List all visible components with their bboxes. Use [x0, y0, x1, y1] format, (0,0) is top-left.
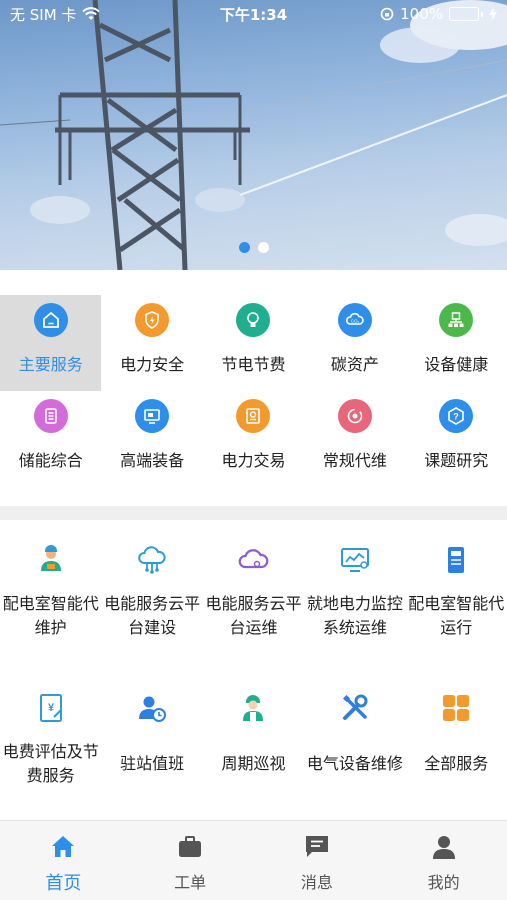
banner-carousel[interactable]: [0, 0, 507, 270]
engineer-icon: [33, 542, 69, 578]
wifi-icon: [82, 7, 101, 20]
tab-label: 我的: [427, 873, 460, 892]
device-network-icon: [439, 303, 474, 337]
svg-text:CO₂: CO₂: [351, 318, 360, 323]
category-label: 高端装备: [120, 451, 185, 470]
service-label: 电能服务云平台建设: [104, 594, 201, 637]
trade-icon: [236, 399, 271, 433]
svg-text:¥: ¥: [48, 702, 55, 714]
tab-label: 首页: [45, 873, 82, 894]
service-label: 电气设备维修: [306, 754, 403, 773]
maintenance-cycle-icon: [337, 399, 372, 433]
services-section: 配电室智能代维护 电能服务云平台建设 电能服务云平台运维 就地电力监控系统运维 …: [0, 520, 507, 820]
service-fee-assessment[interactable]: ¥ 电费评估及节费服务: [0, 668, 101, 816]
clock: 下午1:34: [219, 5, 288, 24]
tab-work-orders[interactable]: 工单: [127, 821, 254, 900]
section-divider: [0, 506, 507, 520]
cloud-network-icon: [134, 542, 170, 578]
service-label: 配电室智能代维护: [2, 594, 99, 637]
pager-dot[interactable]: [257, 242, 269, 253]
service-distribution-room-maintenance[interactable]: 配电室智能代维护: [0, 520, 101, 668]
service-distribution-room-operation[interactable]: 配电室智能代运行: [406, 520, 507, 668]
person-icon: [432, 836, 455, 859]
category-energy-saving[interactable]: 节电节费: [203, 295, 304, 391]
grid-apps-icon: [438, 690, 474, 726]
home-icon: [52, 836, 75, 857]
service-electrical-repair[interactable]: 电气设备维修: [304, 668, 405, 816]
bulb-icon: [236, 303, 271, 337]
category-research[interactable]: ? 课题研究: [406, 391, 507, 487]
service-label: 全部服务: [424, 754, 489, 773]
category-power-trading[interactable]: 电力交易: [203, 391, 304, 487]
category-label: 电力交易: [221, 451, 286, 470]
service-label: 配电室智能代运行: [408, 594, 505, 637]
tab-messages[interactable]: 消息: [254, 821, 381, 900]
category-label: 课题研究: [424, 451, 489, 470]
services-grid: 配电室智能代维护 电能服务云平台建设 电能服务云平台运维 就地电力监控系统运维 …: [0, 520, 507, 816]
category-label: 储能综合: [18, 451, 83, 470]
meter-icon: [438, 542, 474, 578]
battery-percent: 100%: [400, 5, 443, 23]
category-device-health[interactable]: 设备健康: [406, 295, 507, 391]
category-carbon-assets[interactable]: CO₂ 碳资产: [304, 295, 405, 391]
category-grid: 主要服务 电力安全 节电节费 CO₂ 碳资产 设备健康 储能综合 高端装备 电力…: [0, 270, 507, 487]
charging-icon: [489, 7, 497, 21]
service-label: 周期巡视: [221, 754, 286, 773]
category-label: 主要服务: [18, 355, 83, 374]
tab-home[interactable]: 首页: [0, 821, 127, 900]
equipment-icon: [135, 399, 170, 433]
research-question-icon: ?: [439, 399, 474, 433]
briefcase-icon: [179, 836, 202, 857]
battery-storage-icon: [33, 399, 68, 433]
monitor-chart-icon: [337, 542, 373, 578]
orientation-lock-icon: [380, 7, 394, 21]
home-icon: [33, 303, 68, 337]
duty-person-clock-icon: [134, 690, 170, 726]
bottom-tab-bar: 首页 工单 消息 我的: [0, 820, 507, 900]
service-label: 驻站值班: [120, 754, 185, 773]
category-routine-maintenance[interactable]: 常规代维: [304, 391, 405, 487]
inspector-icon: [235, 690, 271, 726]
fee-document-icon: ¥: [33, 690, 69, 726]
category-energy-storage[interactable]: 储能综合: [0, 391, 101, 487]
tab-profile[interactable]: 我的: [380, 821, 507, 900]
category-power-safety[interactable]: 电力安全: [101, 295, 202, 391]
category-label: 碳资产: [330, 355, 379, 374]
category-label: 设备健康: [424, 355, 489, 374]
service-periodic-inspection[interactable]: 周期巡视: [203, 668, 304, 816]
category-label: 节电节费: [221, 355, 286, 374]
tab-label: 工单: [174, 873, 207, 892]
co2-cloud-icon: CO₂: [337, 303, 372, 337]
battery-icon: [449, 7, 483, 21]
category-main-services[interactable]: 主要服务: [0, 295, 102, 391]
message-icon: [305, 836, 328, 857]
lightning-shield-icon: [135, 303, 170, 337]
service-all[interactable]: 全部服务: [406, 668, 507, 816]
category-label: 常规代维: [322, 451, 387, 470]
category-high-end-equipment[interactable]: 高端装备: [101, 391, 202, 487]
svg-text:?: ?: [454, 412, 460, 422]
category-label: 电力安全: [120, 355, 185, 374]
pager-dot-active[interactable]: [238, 242, 250, 253]
tools-icon: [337, 690, 373, 726]
service-on-duty[interactable]: 驻站值班: [101, 668, 202, 816]
transmission-tower-image: [0, 0, 507, 270]
service-label: 电费评估及节费服务: [2, 742, 99, 785]
service-local-monitoring-ops[interactable]: 就地电力监控系统运维: [304, 520, 405, 668]
carousel-pager[interactable]: [0, 242, 507, 253]
cloud-icon: [235, 542, 271, 578]
service-cloud-platform-ops[interactable]: 电能服务云平台运维: [203, 520, 304, 668]
carrier-label: 无 SIM 卡: [10, 5, 77, 24]
service-cloud-platform-build[interactable]: 电能服务云平台建设: [101, 520, 202, 668]
service-label: 就地电力监控系统运维: [306, 594, 403, 637]
tab-label: 消息: [300, 873, 333, 892]
service-label: 电能服务云平台运维: [205, 594, 302, 637]
category-section: 主要服务 电力安全 节电节费 CO₂ 碳资产 设备健康 储能综合 高端装备 电力…: [0, 270, 507, 506]
status-bar: 无 SIM 卡 下午1:34 100%: [0, 0, 507, 28]
